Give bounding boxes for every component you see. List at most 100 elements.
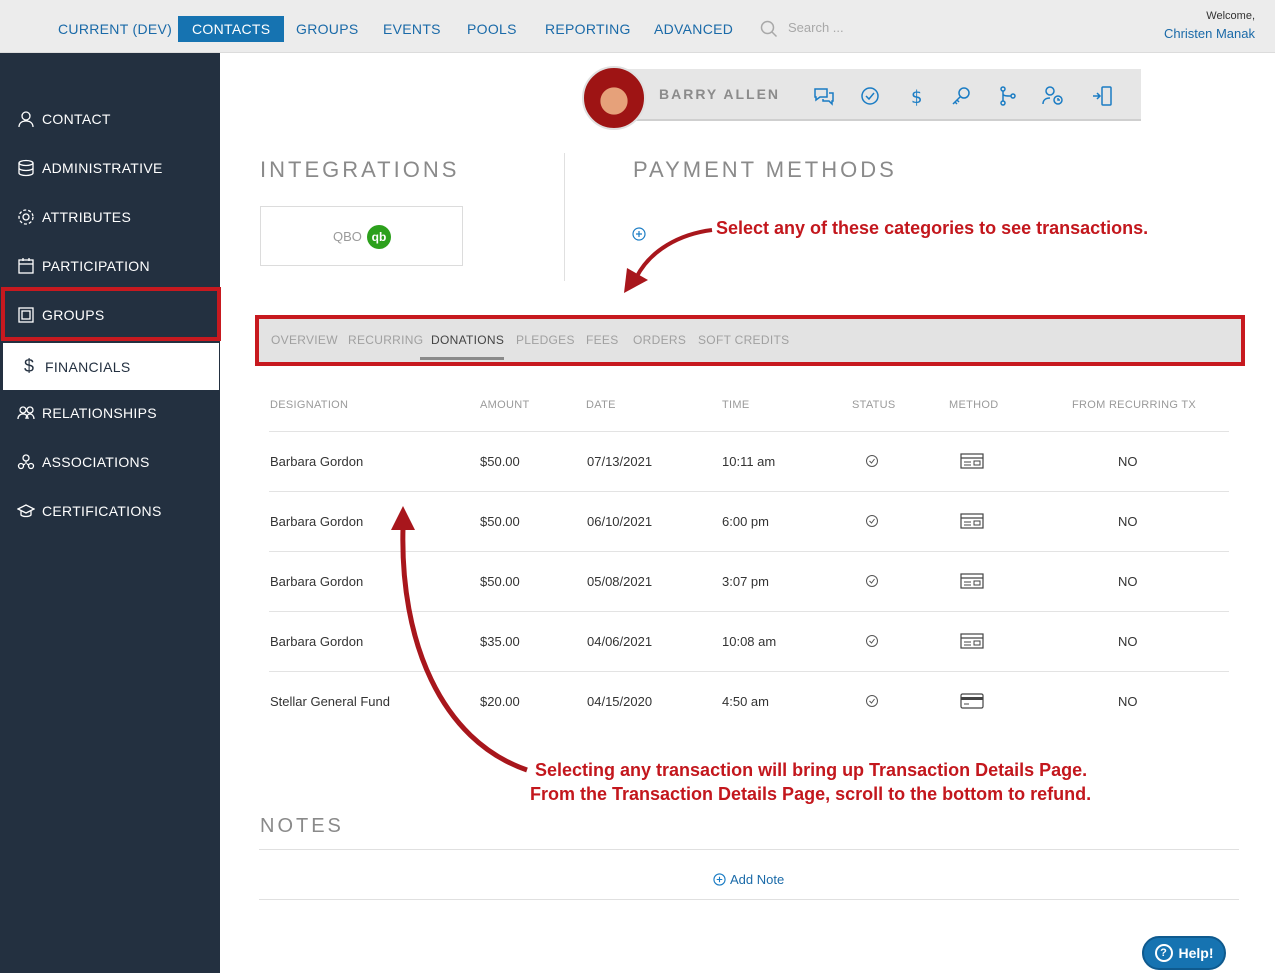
cell-time: 10:11 am — [722, 454, 776, 469]
cell-time: 4:50 am — [722, 694, 769, 709]
cell-designation: Barbara Gordon — [270, 514, 364, 529]
calendar-icon — [16, 256, 36, 276]
sidebar-item-label: ATTRIBUTES — [42, 208, 132, 225]
avatar — [582, 66, 646, 130]
dollar-icon[interactable]: $ — [904, 84, 928, 108]
sidebar-item-contact[interactable]: CONTACT — [0, 94, 220, 143]
tabs-highlight-box — [255, 315, 1245, 366]
sidebar: CONTACT ADMINISTRATIVE ATTRIBUTES PARTIC… — [0, 53, 220, 973]
help-button[interactable]: ? Help! — [1142, 936, 1226, 970]
check-payment-icon — [960, 573, 984, 589]
table-divider — [269, 551, 1229, 552]
nav-groups[interactable]: GROUPS — [282, 16, 372, 42]
cell-date: 04/15/2020 — [587, 694, 653, 709]
column-header-from-recurring: FROM RECURRING TX — [1072, 399, 1197, 411]
quickbooks-logo-icon: qb — [367, 225, 391, 249]
cell-designation: Barbara Gordon — [270, 574, 364, 589]
cell-date: 07/13/2021 — [587, 454, 653, 469]
sidebar-item-label: CERTIFICATIONS — [42, 502, 162, 519]
cell-time: 6:00 pm — [722, 514, 769, 529]
table-divider — [269, 431, 1229, 432]
person-icon — [16, 109, 36, 129]
key-icon[interactable] — [949, 84, 973, 108]
column-header-date: DATE — [586, 399, 616, 411]
cell-date: 05/08/2021 — [587, 574, 653, 589]
nav-advanced[interactable]: ADVANCED — [640, 16, 747, 42]
cell-time: 10:08 am — [722, 634, 777, 649]
cell-amount: $50.00 — [480, 514, 520, 529]
add-circle-icon — [713, 873, 726, 886]
check-payment-icon — [960, 453, 984, 469]
notes-title: NOTES — [260, 815, 344, 837]
sidebar-item-label: FINANCIALS — [45, 358, 131, 375]
nav-current-dev[interactable]: CURRENT (DEV) — [44, 16, 186, 42]
table-divider — [269, 671, 1229, 672]
people-icon — [16, 403, 36, 423]
sidebar-item-label: ASSOCIATIONS — [42, 453, 150, 470]
check-circle-icon — [866, 455, 878, 467]
user-clock-icon[interactable] — [1041, 84, 1065, 108]
branch-icon[interactable] — [996, 84, 1020, 108]
search-input[interactable]: Search ... — [760, 18, 900, 40]
column-header-method: METHOD — [949, 399, 999, 411]
nav-contacts[interactable]: CONTACTS — [178, 16, 285, 42]
welcome-label: Welcome, — [1206, 10, 1255, 22]
nav-events[interactable]: EVENTS — [369, 16, 455, 42]
cell-amount: $50.00 — [480, 574, 520, 589]
add-note-label: Add Note — [730, 872, 785, 887]
financials-highlight-box — [1, 287, 221, 341]
check-circle-icon — [866, 695, 878, 707]
svg-text:$: $ — [911, 87, 922, 108]
section-divider — [564, 153, 565, 281]
qbo-integration-card[interactable]: QBO qb — [260, 206, 463, 266]
column-header-status: STATUS — [852, 399, 896, 411]
cell-amount: $20.00 — [480, 694, 520, 709]
question-icon: ? — [1154, 944, 1173, 962]
search-icon — [760, 20, 778, 38]
help-label: Help! — [1178, 945, 1214, 961]
sidebar-item-label: CONTACT — [42, 110, 111, 127]
cell-from-recurring: NO — [1118, 634, 1138, 649]
cell-designation: Barbara Gordon — [270, 634, 364, 649]
cell-from-recurring: NO — [1118, 454, 1138, 469]
search-placeholder: Search ... — [788, 20, 844, 35]
sidebar-item-attributes[interactable]: ATTRIBUTES — [0, 192, 220, 241]
chat-icon[interactable] — [812, 84, 836, 108]
qbo-label: QBO — [333, 229, 362, 244]
nav-reporting[interactable]: REPORTING — [531, 16, 645, 42]
welcome-block: Welcome, Christen Manak — [1164, 10, 1255, 41]
add-note-button[interactable]: Add Note — [713, 872, 784, 887]
check-circle-icon[interactable] — [858, 84, 882, 108]
sidebar-item-financials[interactable]: $ FINANCIALS — [3, 343, 219, 390]
sidebar-item-associations[interactable]: ASSOCIATIONS — [0, 437, 220, 486]
database-icon — [16, 158, 36, 178]
sidebar-item-participation[interactable]: PARTICIPATION — [0, 241, 220, 290]
sidebar-item-certifications[interactable]: CERTIFICATIONS — [0, 486, 220, 535]
check-circle-icon — [866, 515, 878, 527]
mobile-login-icon[interactable] — [1090, 84, 1114, 108]
column-header-amount: AMOUNT — [480, 399, 530, 411]
annotation-selecting-transaction: Selecting any transaction will bring up … — [535, 760, 1088, 780]
cell-from-recurring: NO — [1118, 574, 1138, 589]
check-circle-icon — [866, 635, 878, 647]
profile-header: BARRY ALLEN $ — [582, 66, 1142, 130]
check-payment-icon — [960, 633, 984, 649]
sidebar-item-label: ADMINISTRATIVE — [42, 159, 163, 176]
cell-time: 3:07 pm — [722, 574, 769, 589]
graduation-cap-icon — [16, 501, 36, 521]
sidebar-item-administrative[interactable]: ADMINISTRATIVE — [0, 143, 220, 192]
cell-date: 06/10/2021 — [587, 514, 653, 529]
add-payment-method-icon[interactable] — [632, 227, 646, 241]
cell-amount: $50.00 — [480, 454, 520, 469]
notes-divider-bottom — [259, 899, 1239, 900]
cell-from-recurring: NO — [1118, 514, 1138, 529]
nav-pools[interactable]: POOLS — [453, 16, 531, 42]
cell-from-recurring: NO — [1118, 694, 1138, 709]
sidebar-item-relationships[interactable]: RELATIONSHIPS — [0, 388, 220, 437]
cell-amount: $35.00 — [480, 634, 520, 649]
annotation-scroll-to-refund: From the Transaction Details Page, scrol… — [530, 784, 1092, 804]
contact-name: BARRY ALLEN — [659, 86, 781, 102]
cell-designation: Stellar General Fund — [270, 694, 390, 709]
check-circle-icon — [866, 575, 878, 587]
user-name-link[interactable]: Christen Manak — [1164, 26, 1255, 41]
